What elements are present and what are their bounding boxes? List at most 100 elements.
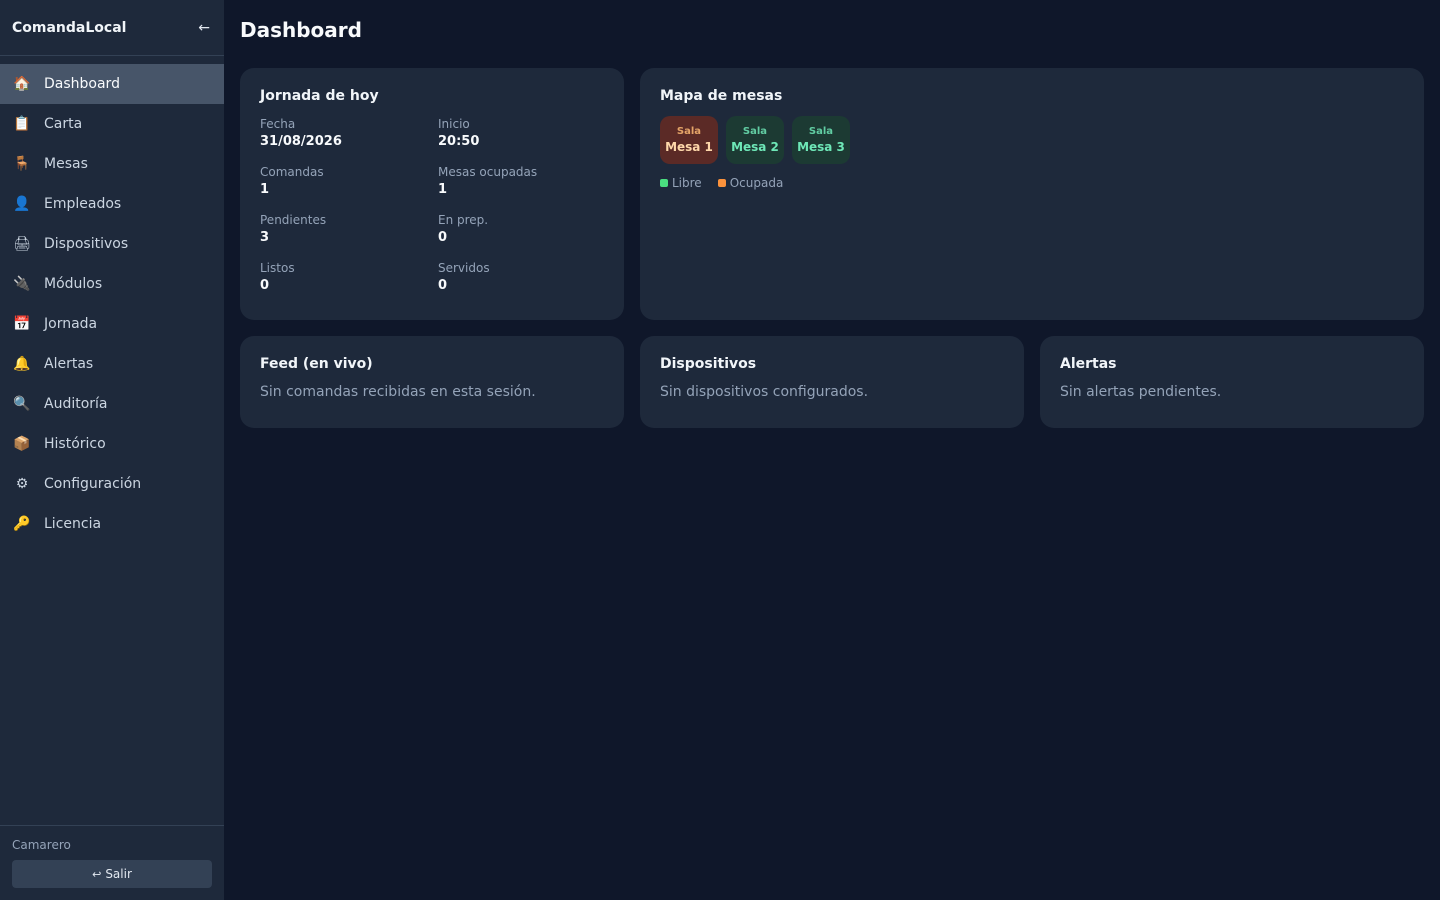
table-tile[interactable]: Sala Mesa 3	[792, 116, 850, 164]
sidebar-item-dashboard[interactable]: 🏠 Dashboard	[0, 64, 224, 104]
chair-icon: 🪑	[13, 156, 31, 172]
legend-label: Libre	[672, 176, 702, 190]
legend-swatch	[717, 179, 726, 187]
app-root: ComandaLocal ← 🏠 Dashboard 📋 Carta 🪑 Mesas 👤 Em…	[0, 0, 1440, 900]
sidebar-item-auditoria[interactable]: 🔍 Auditoría	[0, 384, 224, 424]
table-map-title: Mapa de mesas	[660, 88, 783, 104]
stat-value: 20:50	[438, 134, 480, 149]
legend-item: Libre	[660, 176, 702, 190]
sidebar-footer: Camarero ↩ Salir	[0, 825, 224, 900]
feed-title: Feed (en vivo)	[260, 356, 373, 372]
stat-value: 0	[260, 278, 270, 293]
sidebar-item-label: Configuración	[44, 476, 142, 492]
stat-value: 1	[438, 182, 448, 197]
sidebar-item-label: Módulos	[44, 276, 103, 292]
devices-card: Dispositivos Sin dispositivos configurad…	[640, 336, 1024, 428]
sidebar-item-label: Jornada	[44, 316, 98, 332]
sidebar-item-modulos[interactable]: 🔌 Módulos	[0, 264, 224, 304]
feed-card: Feed (en vivo) Sin comandas recibidas en…	[240, 336, 624, 428]
sidebar-item-label: Dashboard	[44, 76, 120, 92]
stat-label: Inicio	[438, 117, 470, 131]
stat-label: Fecha	[260, 117, 296, 131]
stat-label: En prep.	[438, 213, 489, 227]
home-icon: 🏠	[13, 76, 31, 92]
table-name: Mesa 2	[731, 140, 779, 154]
app-brand: ComandaLocal	[12, 19, 127, 36]
sidebar-item-alertas[interactable]: 🔔 Alertas	[0, 344, 224, 384]
alerts-card: Alertas Sin alertas pendientes.	[1040, 336, 1424, 428]
clipboard-icon: 📋	[13, 116, 31, 132]
stat-label: Servidos	[438, 261, 490, 275]
page-title: Dashboard	[240, 18, 362, 42]
alerts-title: Alertas	[1060, 356, 1117, 372]
sidebar-item-historico[interactable]: 📦 Histórico	[0, 424, 224, 464]
magnifier-icon: 🔍	[13, 396, 31, 412]
sidebar-item-label: Carta	[44, 116, 83, 132]
feed-empty-message: Sin comandas recibidas en esta sesión.	[260, 384, 536, 400]
alerts-empty-message: Sin alertas pendientes.	[1060, 384, 1222, 400]
stat-item: Listos 0	[260, 260, 438, 296]
sidebar-item-jornada[interactable]: 📅 Jornada	[0, 304, 224, 344]
stat-item: Comandas 1	[260, 164, 438, 200]
sidebar-item-mesas[interactable]: 🪑 Mesas	[0, 144, 224, 184]
legend-label: Ocupada	[729, 176, 784, 190]
stat-value: 31/08/2026	[260, 134, 342, 149]
table-name: Mesa 3	[797, 140, 845, 154]
stat-value: 1	[260, 182, 270, 197]
sidebar: ComandaLocal ← 🏠 Dashboard 📋 Carta 🪑 Mesas 👤 Em…	[0, 0, 224, 900]
stat-item: Pendientes 3	[260, 212, 438, 248]
table-zone: Sala	[676, 126, 702, 137]
sidebar-item-label: Alertas	[44, 356, 94, 372]
logout-button[interactable]: ↩ Salir	[12, 860, 212, 888]
stat-item: Mesas ocupadas 1	[438, 164, 598, 200]
devices-empty-message: Sin dispositivos configurados.	[660, 384, 869, 400]
plug-icon: 🔌	[13, 276, 31, 292]
calendar-icon: 📅	[13, 316, 31, 332]
logout-label: Salir	[105, 867, 132, 881]
jornada-stats: Fecha 31/08/2026 Inicio 20:50 Comandas 1 Mesas…	[260, 116, 604, 296]
jornada-title: Jornada de hoy	[260, 88, 379, 104]
bottom-row: Feed (en vivo) Sin comandas recibidas en…	[240, 336, 1424, 428]
table-map-card: Mapa de mesas Sala Mesa 1 Sala Mesa 2 Sala Me…	[640, 68, 1424, 320]
gear-icon: ⚙	[15, 476, 29, 492]
stat-item: Servidos 0	[438, 260, 598, 296]
devices-title: Dispositivos	[660, 356, 757, 372]
sidebar-item-label: Auditoría	[44, 396, 108, 412]
stat-label: Comandas	[260, 165, 324, 179]
jornada-card: Jornada de hoy Fecha 31/08/2026 Inicio 20:5…	[240, 68, 624, 320]
sidebar-item-label: Licencia	[44, 516, 102, 532]
stat-item: Inicio 20:50	[438, 116, 598, 152]
stat-value: 0	[438, 230, 448, 245]
table-zone: Sala	[742, 126, 768, 137]
table-zone: Sala	[808, 126, 834, 137]
legend-swatch	[660, 179, 668, 187]
sidebar-nav: 🏠 Dashboard 📋 Carta 🪑 Mesas 👤 Empleados 🖨 Disposi…	[0, 56, 224, 825]
bell-icon: 🔔	[13, 356, 31, 372]
sidebar-item-label: Dispositivos	[44, 236, 129, 252]
user-icon: 👤	[13, 196, 31, 212]
sidebar-item-carta[interactable]: 📋 Carta	[0, 104, 224, 144]
logout-icon: ↩	[92, 867, 102, 881]
collapse-sidebar-button[interactable]: ←	[198, 20, 210, 36]
user-role: Camarero	[12, 838, 71, 852]
sidebar-item-empleados[interactable]: 👤 Empleados	[0, 184, 224, 224]
table-name: Mesa 1	[665, 140, 713, 154]
stat-label: Listos	[260, 261, 295, 275]
key-icon: 🔑	[13, 516, 31, 532]
sidebar-item-dispositivos[interactable]: 🖨 Dispositivos	[0, 224, 224, 264]
main-content: Dashboard Jornada de hoy Fecha 31/08/2026…	[224, 0, 1440, 900]
sidebar-item-label: Histórico	[44, 436, 106, 452]
stat-item: En prep. 0	[438, 212, 598, 248]
table-tile[interactable]: Sala Mesa 2	[726, 116, 784, 164]
stat-value: 3	[260, 230, 270, 245]
stat-label: Mesas ocupadas	[438, 165, 538, 179]
sidebar-item-label: Empleados	[44, 196, 122, 212]
sidebar-item-configuracion[interactable]: ⚙ Configuración	[0, 464, 224, 504]
stat-label: Pendientes	[260, 213, 327, 227]
table-tile[interactable]: Sala Mesa 1	[660, 116, 718, 164]
package-icon: 📦	[13, 436, 31, 452]
printer-icon: 🖨	[13, 236, 31, 252]
table-legend: Libre Ocupada	[660, 176, 1404, 190]
sidebar-header: ComandaLocal ←	[0, 0, 224, 56]
sidebar-item-licencia[interactable]: 🔑 Licencia	[0, 504, 224, 544]
